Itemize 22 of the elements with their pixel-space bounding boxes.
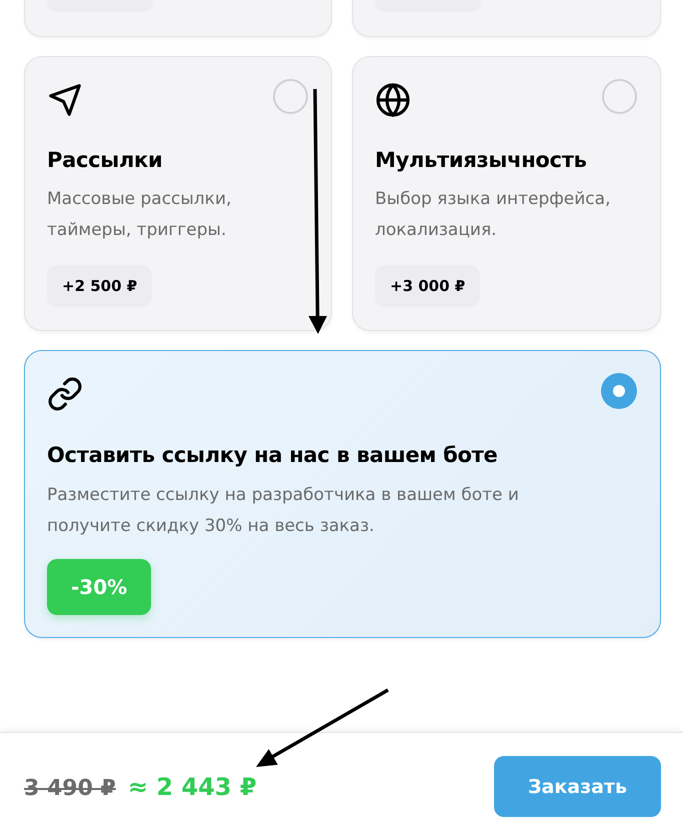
paper-plane-icon (47, 82, 83, 118)
link-icon (47, 376, 83, 412)
globe-icon (375, 82, 411, 118)
option-card[interactable]: Мультиязычность Выбор языка интерфейса, локализация. +3 000 ₽ (352, 56, 661, 331)
option-title: Оставить ссылку на нас в вашем боте (47, 442, 498, 469)
option-card[interactable]: Рассылки Массовые рассылки, таймеры, триггеры. +2 500 ₽ (24, 56, 332, 331)
radio-button[interactable] (602, 79, 637, 114)
option-description: Разместите ссылку на разработчика в вашем боте и получите скидку 30% на весь заказ. (47, 484, 520, 538)
price-chip: +2 500 ₽ (47, 265, 152, 307)
new-price: ≈ 2 443 ₽ (128, 772, 257, 800)
option-description: Массовые рассылки, таймеры, триггеры. (47, 188, 232, 242)
option-description: Выбор языка интерфейса, локализация. (375, 188, 612, 242)
radio-button[interactable] (601, 373, 637, 409)
price-chip: +3 000 ₽ (375, 265, 480, 307)
option-card[interactable] (24, 0, 332, 37)
discount-badge: -30% (47, 559, 152, 615)
radio-button[interactable] (273, 79, 308, 114)
option-card[interactable] (352, 0, 661, 37)
option-card[interactable]: Оставить ссылку на нас в вашем боте Разместите ссылку на разработчика в вашем боте и получите скидку 30% на весь заказ. -30% (24, 350, 661, 638)
old-price: 3 490 ₽ (24, 776, 116, 800)
option-title: Мультиязычность (375, 147, 588, 174)
option-title: Рассылки (47, 147, 164, 174)
